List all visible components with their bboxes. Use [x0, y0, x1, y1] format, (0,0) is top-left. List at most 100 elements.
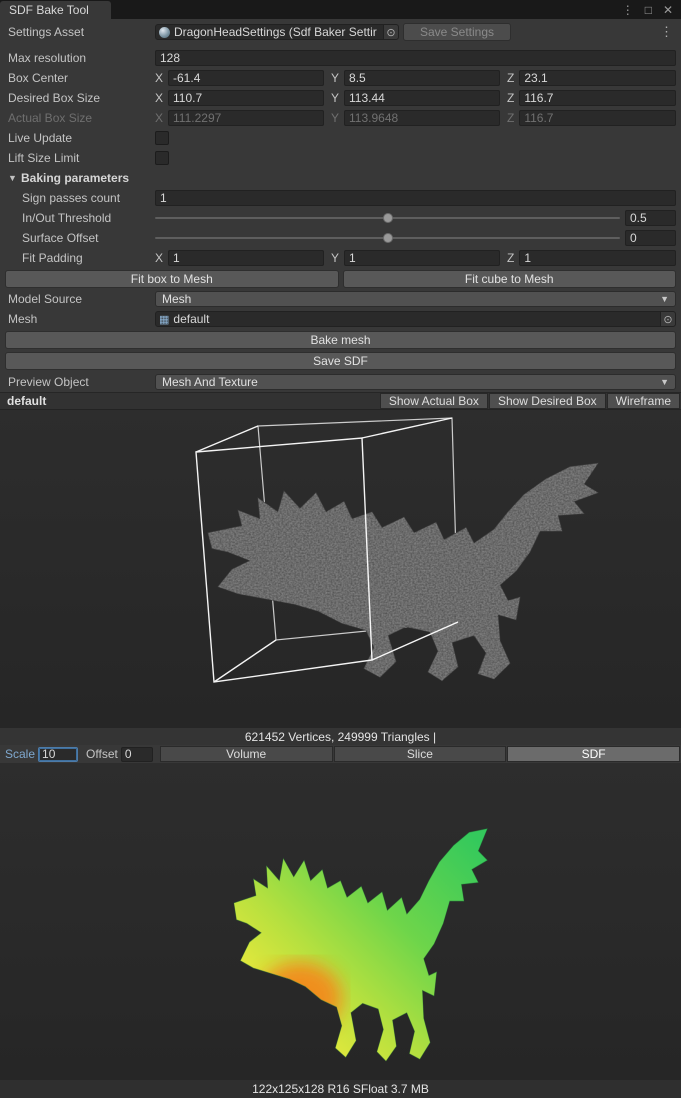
- bake-mesh-row: Bake mesh: [0, 329, 681, 350]
- desired-box-size-row: Desired Box Size X110.7 Y113.44 Z116.7: [0, 88, 681, 108]
- mesh-stats-text: 621452 Vertices, 249999 Triangles |: [245, 730, 436, 744]
- box-center-label: Box Center: [8, 71, 155, 85]
- lift-size-limit-label: Lift Size Limit: [8, 151, 155, 165]
- fit-padding-y-input[interactable]: 1: [344, 250, 500, 266]
- sdf-stats-text: 122x125x128 R16 SFloat 3.7 MB: [252, 1082, 429, 1096]
- actual-box-size-label: Actual Box Size: [8, 111, 155, 125]
- preview-object-name: default: [7, 394, 46, 408]
- window-tab[interactable]: SDF Bake Tool: [0, 1, 111, 19]
- sign-passes-count-label: Sign passes count: [8, 191, 155, 205]
- fit-padding-x-input[interactable]: 1: [168, 250, 324, 266]
- actual-box-size-row: Actual Box Size X111.2297 Y113.9648 Z116…: [0, 108, 681, 128]
- maximize-icon[interactable]: □: [645, 3, 652, 17]
- sign-passes-count-row: Sign passes count 1: [0, 188, 681, 208]
- axis-z-label: Z: [507, 111, 514, 125]
- in-out-threshold-slider[interactable]: [155, 210, 620, 226]
- model-source-dropdown[interactable]: Mesh ▼: [155, 291, 676, 307]
- lift-size-limit-checkbox[interactable]: [155, 151, 169, 165]
- foldout-arrow-icon: ▼: [8, 173, 21, 183]
- sdf-bake-tool-window: SDF Bake Tool ⋮ □ ✕ Settings Asset Drago…: [0, 0, 681, 1098]
- object-picker-icon[interactable]: ⊙: [383, 25, 398, 39]
- sdf-view-toolbar: Scale 10 Offset 0 Volume Slice SDF: [0, 745, 681, 763]
- object-picker-icon[interactable]: ⊙: [660, 312, 675, 326]
- baking-parameters-label: Baking parameters: [21, 171, 129, 185]
- preview-object-value: Mesh And Texture: [162, 375, 258, 389]
- axis-x-label: X: [155, 91, 163, 105]
- axis-y-label: Y: [331, 71, 339, 85]
- fit-padding-z-input[interactable]: 1: [519, 250, 676, 266]
- settings-asset-label: Settings Asset: [8, 25, 155, 39]
- box-center-row: Box Center X-61.4 Y8.5 Z23.1: [0, 68, 681, 88]
- save-sdf-button[interactable]: Save SDF: [5, 352, 676, 370]
- slider-thumb[interactable]: [383, 233, 393, 243]
- window-menu-icon[interactable]: ⋮: [622, 3, 634, 17]
- close-icon[interactable]: ✕: [663, 3, 673, 17]
- preview-toolbar: default Show Actual Box Show Desired Box…: [0, 392, 681, 410]
- baking-parameters-foldout[interactable]: ▼ Baking parameters: [0, 168, 681, 188]
- slider-thumb[interactable]: [383, 213, 393, 223]
- model-source-value: Mesh: [162, 292, 191, 306]
- tab-slice[interactable]: Slice: [334, 746, 507, 762]
- live-update-row: Live Update: [0, 128, 681, 148]
- tab-sdf[interactable]: SDF: [507, 746, 680, 762]
- lift-size-limit-row: Lift Size Limit: [0, 148, 681, 168]
- live-update-checkbox[interactable]: [155, 131, 169, 145]
- scale-input[interactable]: 10: [38, 747, 78, 762]
- axis-x-label: X: [155, 111, 163, 125]
- box-center-x-input[interactable]: -61.4: [168, 70, 324, 86]
- dragon-sdf: [200, 793, 530, 1080]
- axis-x-label: X: [155, 71, 163, 85]
- max-resolution-label: Max resolution: [8, 51, 155, 65]
- save-settings-button[interactable]: Save Settings: [403, 23, 511, 41]
- fit-box-to-mesh-button[interactable]: Fit box to Mesh: [5, 270, 339, 288]
- offset-input[interactable]: 0: [121, 747, 153, 762]
- bake-mesh-button[interactable]: Bake mesh: [5, 331, 676, 349]
- surface-offset-row: Surface Offset 0: [0, 228, 681, 248]
- inspector: Settings Asset DragonHeadSettings (Sdf B…: [0, 19, 681, 392]
- surface-offset-label: Surface Offset: [8, 231, 155, 245]
- dragon-mesh: [208, 463, 598, 680]
- box-center-y-input[interactable]: 8.5: [344, 70, 500, 86]
- desired-box-size-z-input[interactable]: 116.7: [519, 90, 676, 106]
- sdf-preview-canvas[interactable]: [0, 763, 681, 1080]
- offset-label: Offset: [86, 747, 118, 761]
- axis-y-label: Y: [331, 91, 339, 105]
- view-mode-tabs: Volume Slice SDF: [159, 746, 680, 762]
- actual-box-size-z-value: 116.7: [519, 110, 676, 126]
- sdf-preview-svg: [0, 763, 681, 1080]
- settings-asset-field[interactable]: DragonHeadSettings (Sdf Baker Settir ⊙: [155, 24, 399, 40]
- sign-passes-count-input[interactable]: 1: [155, 190, 676, 206]
- max-resolution-input[interactable]: 128: [155, 50, 676, 66]
- mesh-stats-bar: 621452 Vertices, 249999 Triangles |: [0, 728, 681, 745]
- fit-padding-label: Fit Padding: [8, 251, 155, 265]
- fit-padding-row: Fit Padding X1 Y1 Z1: [0, 248, 681, 268]
- dropdown-arrow-icon: ▼: [660, 377, 669, 387]
- mesh-icon: ▦: [159, 313, 169, 326]
- settings-context-menu-icon[interactable]: ⋮: [657, 24, 676, 40]
- live-update-label: Live Update: [8, 131, 155, 145]
- surface-offset-input[interactable]: 0: [625, 230, 676, 246]
- settings-asset-icon: [159, 27, 170, 38]
- mesh-row: Mesh ▦ default ⊙: [0, 309, 681, 329]
- show-actual-box-button[interactable]: Show Actual Box: [380, 393, 488, 409]
- title-bar: SDF Bake Tool ⋮ □ ✕: [0, 0, 681, 19]
- desired-box-size-x-input[interactable]: 110.7: [168, 90, 324, 106]
- surface-offset-slider[interactable]: [155, 230, 620, 246]
- in-out-threshold-row: In/Out Threshold 0.5: [0, 208, 681, 228]
- wireframe-button[interactable]: Wireframe: [607, 393, 680, 409]
- show-desired-box-button[interactable]: Show Desired Box: [489, 393, 606, 409]
- desired-box-size-y-input[interactable]: 113.44: [344, 90, 500, 106]
- axis-y-label: Y: [331, 251, 339, 265]
- mesh-preview-canvas[interactable]: [0, 410, 681, 728]
- preview-object-label: Preview Object: [8, 375, 155, 389]
- fit-cube-to-mesh-button[interactable]: Fit cube to Mesh: [343, 270, 677, 288]
- window-controls: ⋮ □ ✕: [622, 0, 681, 19]
- fit-buttons-row: Fit box to Mesh Fit cube to Mesh: [0, 268, 681, 289]
- in-out-threshold-input[interactable]: 0.5: [625, 210, 676, 226]
- box-center-z-input[interactable]: 23.1: [519, 70, 676, 86]
- tab-volume[interactable]: Volume: [160, 746, 333, 762]
- preview-object-row: Preview Object Mesh And Texture ▼: [0, 371, 681, 392]
- mesh-field[interactable]: ▦ default ⊙: [155, 311, 676, 327]
- model-source-label: Model Source: [8, 292, 155, 306]
- preview-object-dropdown[interactable]: Mesh And Texture ▼: [155, 374, 676, 390]
